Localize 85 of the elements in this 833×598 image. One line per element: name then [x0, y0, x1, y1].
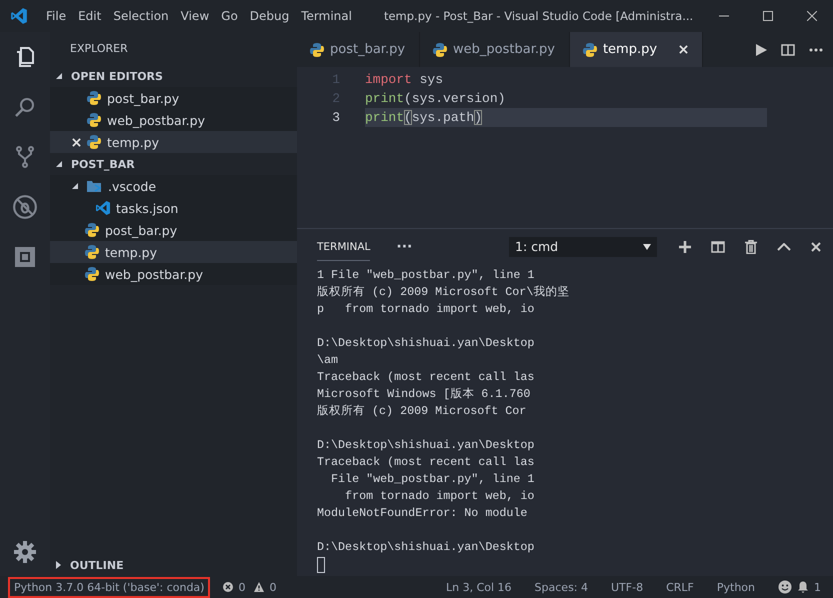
close-icon[interactable]: [807, 11, 817, 21]
app-logo-icon: [10, 7, 28, 25]
close-icon[interactable]: [72, 138, 81, 146]
extensions-icon[interactable]: [13, 245, 37, 269]
no-bug-icon[interactable]: [12, 194, 38, 220]
python-file-icon: [432, 42, 448, 58]
tree-item[interactable]: .vscode: [50, 175, 297, 197]
status-item[interactable]: UTF-8: [611, 580, 644, 594]
python-file-icon: [84, 244, 100, 260]
terminal-line: \am: [317, 352, 340, 369]
open-editor-item[interactable]: temp.py: [50, 131, 297, 153]
more-button[interactable]: ···: [396, 238, 412, 254]
bell-icon[interactable]: [797, 581, 809, 593]
run-icon[interactable]: [755, 44, 767, 56]
trash-icon[interactable]: [745, 240, 757, 254]
section-header[interactable]: OPEN EDITORS: [50, 65, 297, 87]
menu-item[interactable]: View: [174, 9, 216, 23]
more-icon[interactable]: [809, 48, 823, 52]
python-file-icon: [84, 266, 100, 282]
open-editor-item[interactable]: web_postbar.py: [50, 109, 297, 131]
python-file-icon: [582, 42, 598, 58]
terminal-line: 1 File "web_postbar.py", line 1: [317, 267, 536, 284]
split-editor-icon[interactable]: [781, 44, 795, 56]
terminal-line: File "web_postbar.py", line 1: [330, 471, 536, 488]
terminal-line: D:\Desktop\shishuai.yan\Desktop: [317, 335, 536, 352]
code-line: import sys: [365, 71, 444, 89]
panel-tab[interactable]: TERMINAL: [317, 232, 370, 261]
menu-item[interactable]: Debug: [244, 9, 296, 23]
code-line: print(sys.version): [365, 90, 506, 108]
line-number: 3: [331, 110, 341, 125]
terminal-line: D:\Desktop\shishuai.yan\Desktop: [317, 437, 536, 454]
menu-item[interactable]: File: [40, 9, 72, 23]
error-icon: [223, 582, 234, 592]
section-header[interactable]: OUTLINE: [50, 554, 297, 576]
maximize-icon[interactable]: [763, 11, 773, 21]
menu-item[interactable]: Go: [215, 9, 244, 23]
split-terminal-icon[interactable]: [711, 240, 725, 252]
python-file-icon: [309, 42, 325, 58]
python-file-icon: [86, 134, 102, 150]
vscode-file-icon: [95, 200, 111, 216]
terminal-line: Traceback (most recent call las: [317, 454, 536, 471]
close-icon[interactable]: [679, 45, 688, 54]
sidebar-title: EXPLORER: [69, 41, 129, 57]
python-file-icon: [86, 112, 102, 128]
warning-count[interactable]: 0: [269, 580, 276, 594]
terminal-line: p from tornado import web, io: [317, 301, 536, 318]
status-item[interactable]: CRLF: [666, 580, 694, 594]
smiley-icon[interactable]: [778, 580, 792, 594]
tree-item[interactable]: temp.py: [50, 241, 297, 263]
error-count[interactable]: 0: [238, 580, 246, 594]
open-editor-item[interactable]: post_bar.py: [50, 87, 297, 109]
interpreter-status[interactable]: Python 3.7.0 64-bit ('base': conda): [8, 576, 210, 598]
menu-item[interactable]: Terminal: [295, 9, 358, 23]
terminal-line: 版权所有 (c) 2009 Microsoft Cor: [317, 403, 528, 420]
terminal-line: 版权所有 (c) 2009 Microsoft Cor\我的坚: [317, 284, 570, 301]
tree-item[interactable]: web_postbar.py: [50, 263, 297, 285]
source-control-icon[interactable]: [13, 145, 37, 169]
section-header[interactable]: POST_BAR: [50, 153, 297, 175]
terminal-line: D:\Desktop\shishuai.yan\Desktop: [317, 539, 536, 556]
tree-item[interactable]: tasks.json: [50, 197, 297, 219]
window-title: temp.py - Post_Bar - Visual Studio Code [Administra...: [384, 9, 694, 23]
editor-tab[interactable]: temp.py: [570, 32, 704, 67]
terminal-line: ModuleNotFoundError: No module: [317, 505, 528, 522]
terminal-dropdown[interactable]: 1: cmd: [509, 236, 657, 256]
warning-icon: [254, 582, 264, 592]
status-item[interactable]: Python: [716, 580, 755, 594]
dropdown-caret-icon: [643, 244, 651, 250]
status-item[interactable]: Spaces: 4: [534, 580, 588, 594]
plus-icon[interactable]: [679, 240, 691, 252]
folder-icon: [85, 178, 103, 194]
close-icon[interactable]: [811, 242, 821, 252]
terminal-line: Traceback (most recent call las: [317, 369, 536, 386]
terminal-line: from tornado import web, io: [344, 488, 536, 505]
menu-item[interactable]: Edit: [72, 9, 108, 23]
notification-count[interactable]: 1: [814, 580, 821, 594]
status-item[interactable]: Ln 3, Col 16: [446, 580, 512, 594]
python-file-icon: [86, 90, 102, 106]
search-icon[interactable]: [13, 95, 37, 119]
terminal-line: Microsoft Windows [版本 6.1.760: [317, 386, 532, 403]
menu-item[interactable]: Selection: [107, 9, 175, 23]
terminal-cursor: [317, 557, 325, 573]
python-file-icon: [84, 222, 100, 238]
chevron-up-icon[interactable]: [777, 242, 791, 250]
tree-item[interactable]: post_bar.py: [50, 219, 297, 241]
settings-icon[interactable]: [13, 540, 37, 564]
